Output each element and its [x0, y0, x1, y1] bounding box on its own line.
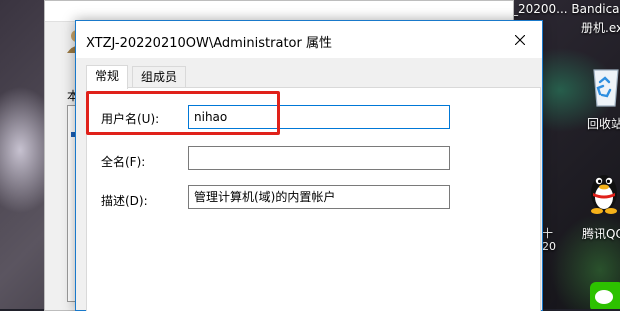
highlight-annotation-box	[86, 91, 280, 135]
background-window-topbar	[45, 1, 513, 22]
description-field[interactable]: 管理计算机(域)的内置帐户	[188, 185, 450, 209]
qq-label[interactable]: 腾讯QQ	[582, 225, 620, 242]
tab-member-of[interactable]: 组成员	[132, 66, 187, 88]
recycle-bin-label[interactable]: 回收站	[587, 115, 620, 132]
close-button[interactable]	[498, 21, 542, 58]
wechat-icon[interactable]	[590, 282, 620, 309]
desktop-side-fragment-2: 20	[542, 240, 556, 253]
fullname-label: 全名(F):	[101, 155, 146, 169]
qq-penguin-icon[interactable]	[587, 165, 620, 215]
fullname-field[interactable]	[188, 146, 450, 170]
dialog-titlebar[interactable]: XTZJ-20220210OW\Administrator 属性	[76, 21, 542, 58]
tab-general[interactable]: 常规	[86, 65, 129, 89]
close-icon	[515, 34, 525, 45]
dialog-title: XTZJ-20220210OW\Administrator 属性	[86, 36, 332, 51]
desktop-file-label[interactable]: _20200... Bandicam	[512, 2, 620, 16]
description-label: 描述(D):	[101, 194, 148, 208]
desktop-file-label-2[interactable]: 册机.exe	[581, 19, 620, 36]
recycle-bin-icon[interactable]	[588, 64, 620, 108]
properties-dialog: XTZJ-20220210OW\Administrator 属性 常规 组成员 …	[75, 20, 543, 311]
desktop-side-fragment-1: 十	[542, 227, 553, 240]
